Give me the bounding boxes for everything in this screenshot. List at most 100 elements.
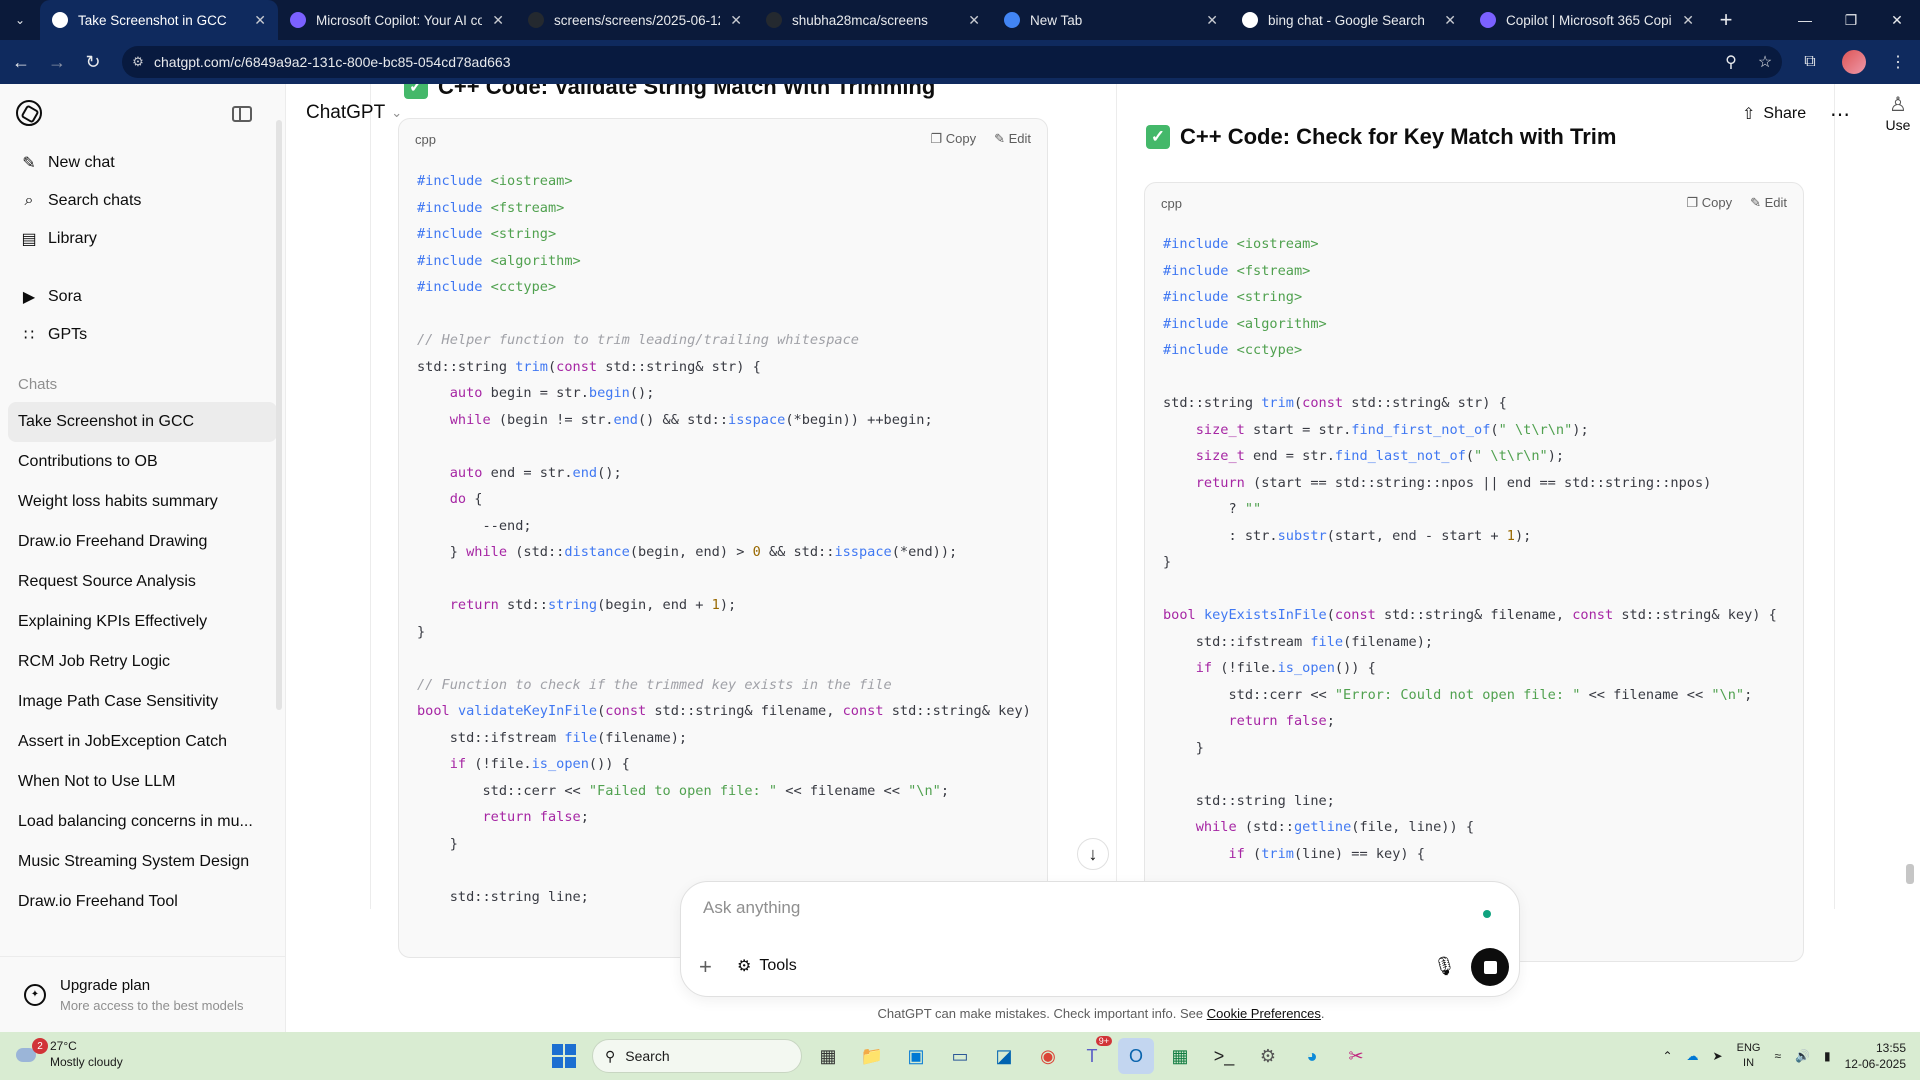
chat-history-item[interactable]: Music Streaming System Design: [8, 842, 277, 882]
chat-history-item[interactable]: Draw.io Freehand Drawing: [8, 522, 277, 562]
tab-strip: Take Screenshot in GCC ✕ Microsoft Copilot…: [40, 0, 1706, 40]
task-view-icon[interactable]: ▦: [810, 1038, 846, 1074]
chat-history-item[interactable]: Image Path Case Sensitivity: [8, 682, 277, 722]
chat-history-item[interactable]: Take Screenshot in GCC: [8, 402, 277, 442]
profile-avatar[interactable]: [1842, 50, 1866, 74]
ms-store-icon[interactable]: ▣: [898, 1038, 934, 1074]
tab-title: Take Screenshot in GCC: [78, 12, 227, 28]
sidebar-item-search-chats[interactable]: ⌕ Search chats: [0, 182, 285, 220]
chat-history-item[interactable]: Request Source Analysis: [8, 562, 277, 602]
heading-text: C++ Code: Validate String Match With Tri…: [438, 84, 936, 99]
forward-icon[interactable]: →: [42, 47, 72, 77]
browser-menu-icon[interactable]: ⋮: [1876, 52, 1920, 72]
address-bar[interactable]: ⚙ chatgpt.com/c/6849a9a2-131c-800e-bc85-…: [122, 46, 1782, 78]
browser-tab[interactable]: Take Screenshot in GCC ✕: [40, 0, 278, 40]
chat-history-item[interactable]: When Not to Use LLM: [8, 762, 277, 802]
close-tab-icon[interactable]: ✕: [492, 12, 504, 29]
minimize-icon[interactable]: —: [1782, 0, 1828, 40]
sidebar-toggle-icon[interactable]: [232, 106, 252, 122]
sidebar-header: [0, 84, 285, 144]
scroll-down-button[interactable]: ↓: [1077, 838, 1109, 870]
teams-icon[interactable]: T 9+: [1074, 1036, 1112, 1074]
browser-tab[interactable]: shubha28mca/screens ✕: [754, 0, 992, 40]
settings-icon[interactable]: ⚙: [1250, 1038, 1286, 1074]
restore-icon[interactable]: ❐: [1828, 0, 1874, 40]
stop-button[interactable]: [1471, 948, 1509, 986]
new-tab-button[interactable]: +: [1706, 0, 1746, 40]
close-window-icon[interactable]: ✕: [1874, 0, 1920, 40]
edit-code-button[interactable]: ✎ Edit: [1750, 195, 1787, 211]
outlook-icon[interactable]: O: [1118, 1038, 1154, 1074]
excel-icon[interactable]: ▦: [1162, 1038, 1198, 1074]
more-options-icon[interactable]: ⋯: [1830, 102, 1850, 127]
tools-button[interactable]: ⚙ Tools: [737, 956, 797, 976]
back-icon[interactable]: ←: [6, 47, 36, 77]
onedrive-icon[interactable]: ☁: [1687, 1049, 1699, 1063]
close-tab-icon[interactable]: ✕: [1682, 12, 1694, 29]
model-selector[interactable]: ChatGPT ⌄: [306, 102, 402, 124]
browser-tab[interactable]: Copilot | Microsoft 365 Copilot ✕: [1468, 0, 1706, 40]
volume-icon[interactable]: 🔊: [1795, 1049, 1810, 1063]
microphone-icon[interactable]: 🎙: [1433, 956, 1456, 977]
language-indicator[interactable]: ENG IN: [1737, 1041, 1761, 1071]
openai-logo-icon[interactable]: [16, 100, 42, 126]
browser-tab[interactable]: screens/screens/2025-06-12_0 ✕: [516, 0, 754, 40]
sidebar-item-sora[interactable]: ▶ Sora: [0, 278, 285, 316]
app-window-icon[interactable]: ▭: [942, 1038, 978, 1074]
sidebar-item-gpts[interactable]: ∷ GPTs: [0, 316, 285, 354]
chrome-icon[interactable]: ◉: [1030, 1038, 1066, 1074]
chat-history-item[interactable]: Load balancing concerns in mu...: [8, 802, 277, 842]
close-tab-icon[interactable]: ✕: [730, 12, 742, 29]
close-tab-icon[interactable]: ✕: [968, 12, 980, 29]
edit-code-button[interactable]: ✎ Edit: [994, 131, 1031, 147]
close-tab-icon[interactable]: ✕: [1206, 12, 1218, 29]
terminal-icon[interactable]: >_: [1206, 1038, 1242, 1074]
browser-tab[interactable]: bing chat - Google Search ✕: [1230, 0, 1468, 40]
extensions-icon[interactable]: ⧉: [1788, 53, 1832, 71]
chat-history-item[interactable]: RCM Job Retry Logic: [8, 642, 277, 682]
remote-desktop-icon[interactable]: ◪: [986, 1038, 1022, 1074]
page-scrollbar[interactable]: [1906, 864, 1914, 884]
cookie-preferences-link[interactable]: Cookie Preferences: [1207, 1006, 1321, 1021]
prompt-input[interactable]: Ask anything: [703, 898, 800, 918]
battery-icon[interactable]: ▮: [1824, 1049, 1831, 1063]
attach-plus-icon[interactable]: +: [699, 954, 712, 980]
close-tab-icon[interactable]: ✕: [254, 12, 266, 29]
taskbar-search[interactable]: ⚲ Search: [592, 1039, 802, 1073]
send-icon[interactable]: ➤: [1713, 1049, 1723, 1063]
sidebar-item-library[interactable]: ▤ Library: [0, 220, 285, 258]
copy-code-button[interactable]: ❐ Copy: [1686, 195, 1732, 211]
site-info-icon[interactable]: ⚙: [122, 54, 154, 70]
wifi-icon[interactable]: ≈: [1774, 1049, 1781, 1063]
url-text[interactable]: chatgpt.com/c/6849a9a2-131c-800e-bc85-05…: [154, 54, 1714, 70]
user-button[interactable]: ♙ Use: [1876, 92, 1920, 133]
sidebar-item-new-chat[interactable]: ✎ New chat: [0, 144, 285, 182]
chat-history-item[interactable]: Draw.io Freehand Tool: [8, 882, 277, 922]
clock[interactable]: 13:55 12-06-2025: [1845, 1040, 1906, 1072]
copy-code-button[interactable]: ❐ Copy: [930, 131, 976, 147]
edge-icon[interactable]: ◕: [1294, 1038, 1330, 1074]
zoom-icon[interactable]: ⚲: [1714, 52, 1748, 72]
chat-history-item[interactable]: Explaining KPIs Effectively: [8, 602, 277, 642]
chat-history-item[interactable]: Weight loss habits summary: [8, 482, 277, 522]
tab-search-menu-icon[interactable]: ⌄: [0, 0, 40, 40]
close-tab-icon[interactable]: ✕: [1444, 12, 1456, 29]
tab-title: New Tab: [1030, 12, 1083, 28]
bookmark-star-icon[interactable]: ☆: [1748, 52, 1782, 72]
google-icon: [1242, 12, 1258, 28]
upgrade-plan-button[interactable]: ✦ Upgrade plan More access to the best m…: [0, 956, 285, 1032]
windows-start-icon[interactable]: [544, 1036, 584, 1076]
stop-icon: [1483, 960, 1497, 974]
chevron-up-icon[interactable]: ⌃: [1662, 1049, 1672, 1063]
teams-badge: 9+: [1095, 1036, 1112, 1046]
browser-tab[interactable]: New Tab ✕: [992, 0, 1230, 40]
sidebar-scrollbar[interactable]: [276, 120, 282, 710]
chat-history-item[interactable]: Assert in JobException Catch: [8, 722, 277, 762]
share-button[interactable]: ⇧ Share: [1742, 104, 1806, 124]
chat-history-item[interactable]: Contributions to OB: [8, 442, 277, 482]
browser-tab[interactable]: Microsoft Copilot: Your AI comp ✕: [278, 0, 516, 40]
weather-widget[interactable]: 2 27°C Mostly cloudy: [14, 1038, 123, 1070]
file-explorer-icon[interactable]: 📁: [854, 1038, 890, 1074]
reload-icon[interactable]: ↻: [78, 47, 108, 77]
snipping-tool-icon[interactable]: ✂: [1338, 1038, 1374, 1074]
